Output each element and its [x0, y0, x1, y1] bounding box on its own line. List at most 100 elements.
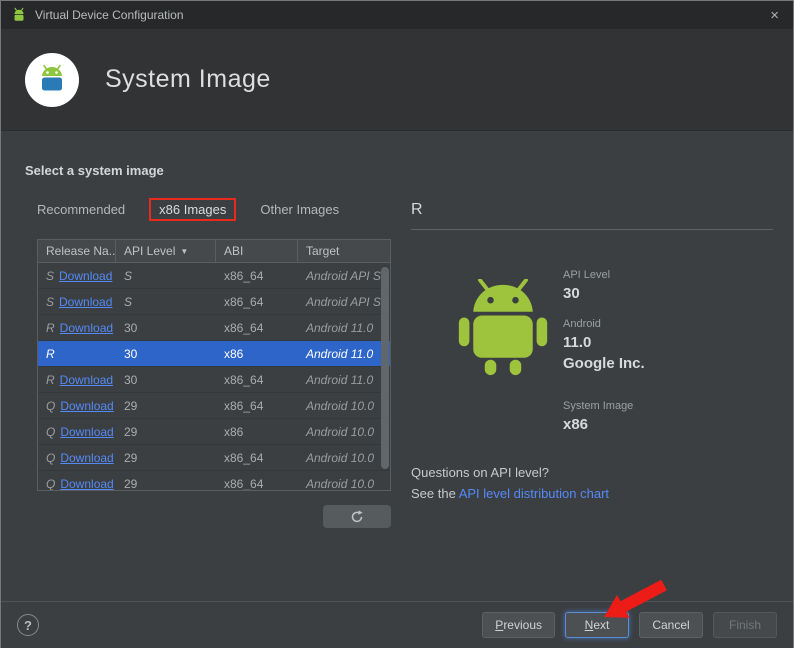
target-cell: Android 11.0: [306, 346, 374, 361]
api-level-cell: 30: [124, 320, 138, 335]
release-letter: R: [46, 372, 55, 387]
refresh-icon: [350, 509, 364, 524]
finish-button[interactable]: Finish: [713, 612, 777, 638]
abi-cell: x86_64: [224, 268, 264, 283]
tabs: Recommended x86 Images Other Images: [29, 191, 347, 227]
abi-cell: x86_64: [224, 320, 264, 335]
api-level-cell: S: [124, 268, 133, 283]
page-title: System Image: [105, 65, 271, 93]
android-robot-logo: [455, 278, 551, 384]
api-distribution-chart-link[interactable]: API level distribution chart: [459, 486, 609, 501]
android-label: Android: [563, 318, 601, 330]
cancel-button[interactable]: Cancel: [639, 612, 703, 638]
download-link[interactable]: Download: [59, 295, 112, 309]
download-link[interactable]: Download: [60, 321, 113, 335]
virtual-device-configuration-dialog: Virtual Device Configuration × System Im…: [0, 0, 794, 648]
main-content: Select a system image Recommended x86 Ima…: [1, 131, 793, 601]
api-level-link-line: See the API level distribution chart: [411, 486, 609, 501]
scrollbar-thumb[interactable]: [381, 267, 389, 469]
api-level-cell: 30: [124, 346, 138, 361]
abi-cell: x86_64: [224, 372, 264, 387]
column-header-abi[interactable]: ABI: [216, 240, 298, 262]
api-level-cell: 29: [124, 424, 138, 439]
refresh-button[interactable]: [323, 505, 391, 528]
titlebar: Virtual Device Configuration ×: [1, 1, 793, 29]
details-info: API Level 30 Android 11.0 Google Inc. Sy…: [563, 269, 645, 433]
target-cell: Android API S: [306, 268, 381, 283]
table-row[interactable]: R Download 30 x86_64 Android 11.0: [38, 367, 390, 393]
vendor-name: Google Inc.: [563, 355, 645, 372]
column-header-target[interactable]: Target: [298, 240, 390, 262]
footer: ? Previous Next Cancel Finish: [1, 601, 793, 648]
android-version: 11.0: [563, 334, 592, 351]
download-link[interactable]: Download: [60, 425, 113, 439]
target-cell: Android 11.0: [306, 320, 374, 335]
api-level-cell: S: [124, 294, 133, 309]
release-letter: Q: [46, 450, 56, 465]
tab-other-images[interactable]: Other Images: [252, 198, 347, 221]
abi-cell: x86: [224, 424, 244, 439]
api-level-cell: 30: [124, 372, 138, 387]
api-level-cell: 29: [124, 476, 138, 491]
table-row[interactable]: R Download 30 x86_64 Android 11.0: [38, 315, 390, 341]
table-scrollbar[interactable]: [381, 265, 389, 488]
details-title: R: [411, 201, 423, 218]
section-title: Select a system image: [25, 163, 164, 178]
release-letter: Q: [46, 398, 56, 413]
android-logo-icon: [11, 7, 27, 23]
help-button[interactable]: ?: [17, 614, 39, 636]
table-row[interactable]: Q Download 29 x86_64 Android 10.0: [38, 393, 390, 419]
api-level-question: Questions on API level?: [411, 465, 550, 480]
see-the-text: See the: [411, 486, 459, 501]
details-divider: [411, 229, 773, 230]
system-image-table: Release Na... API Level ▼ ABI Target S Downlo…: [37, 239, 391, 491]
download-link[interactable]: Download: [59, 269, 112, 283]
target-cell: Android 10.0: [306, 476, 375, 491]
footer-buttons: Previous Next Cancel Finish: [482, 612, 777, 638]
table-body: S Download Sx86_64 Android API S S Download Sx…: [38, 263, 390, 491]
details-panel: R API Level 30 Android 11.0 Google Inc. …: [411, 201, 773, 531]
table-row[interactable]: S Download Sx86_64 Android API S: [38, 263, 390, 289]
download-link[interactable]: Download: [60, 399, 113, 413]
target-cell: Android 11.0: [306, 372, 374, 387]
next-button[interactable]: Next: [565, 612, 629, 638]
target-cell: Android 10.0: [306, 398, 375, 413]
release-letter: Q: [46, 424, 56, 439]
download-link[interactable]: Download: [60, 451, 113, 465]
target-cell: Android 10.0: [306, 450, 375, 465]
release-letter: S: [46, 294, 55, 309]
abi-cell: x86_64: [224, 476, 264, 491]
table-row[interactable]: Q Download 29 x86_64 Android 10.0: [38, 445, 390, 471]
sort-arrow-icon: ▼: [180, 246, 189, 256]
table-row[interactable]: Q Download 29 x86 Android 10.0: [38, 419, 390, 445]
table-row[interactable]: S Download Sx86_64 Android API S: [38, 289, 390, 315]
table-row[interactable]: Q Download 29 x86_64 Android 10.0: [38, 471, 390, 491]
abi-cell: x86_64: [224, 398, 264, 413]
download-link[interactable]: Download: [60, 373, 113, 387]
abi-cell: x86_64: [224, 294, 264, 309]
system-image-value: x86: [563, 416, 589, 433]
column-header-api-level[interactable]: API Level ▼: [116, 240, 216, 262]
api-level-label: API Level: [563, 269, 611, 281]
api-level-value: 30: [563, 285, 580, 302]
tab-x86-images[interactable]: x86 Images: [149, 197, 237, 221]
api-level-cell: 29: [124, 398, 138, 413]
download-link[interactable]: Download: [60, 477, 113, 491]
table-row[interactable]: R 30 x86 Android 11.0: [38, 341, 390, 367]
release-letter: S: [46, 268, 55, 283]
release-letter: R: [46, 346, 55, 361]
abi-cell: x86: [224, 346, 244, 361]
previous-button[interactable]: Previous: [482, 612, 555, 638]
table-header: Release Na... API Level ▼ ABI Target: [38, 240, 390, 263]
avd-logo: [25, 52, 79, 107]
window-title: Virtual Device Configuration: [35, 8, 184, 22]
close-icon[interactable]: ×: [766, 7, 783, 24]
column-header-release-na[interactable]: Release Na...: [38, 240, 116, 262]
target-cell: Android 10.0: [306, 424, 375, 439]
system-image-label: System Image: [563, 400, 634, 412]
release-letter: Q: [46, 476, 56, 491]
tab-recommended[interactable]: Recommended: [29, 198, 133, 221]
release-letter: R: [46, 320, 55, 335]
api-level-cell: 29: [124, 450, 138, 465]
target-cell: Android API S: [306, 294, 381, 309]
